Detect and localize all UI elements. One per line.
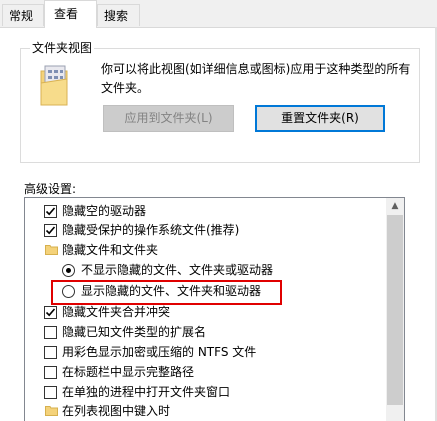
list-item-label: 隐藏受保护的操作系统文件(推荐): [62, 223, 240, 237]
folder-icon: [45, 245, 58, 255]
list-item-label: 不显示隐藏的文件、文件夹或驱动器: [81, 263, 274, 277]
checkbox-separate-process[interactable]: [44, 386, 57, 399]
scroll-thumb[interactable]: [387, 215, 403, 405]
tab-view[interactable]: 查看: [44, 0, 97, 28]
tab-search[interactable]: 搜索: [97, 4, 140, 26]
radio-dont-show-hidden[interactable]: [62, 264, 75, 277]
folder-view-description: 你可以将此视图(如详细信息或图标)应用于这种类型的所有文件夹。: [101, 62, 411, 95]
tab-search-label: 搜索: [104, 9, 129, 23]
tab-view-label: 查看: [54, 7, 79, 21]
reset-folders-button[interactable]: 重置文件夹(R): [255, 105, 385, 132]
highlight-box: [51, 280, 282, 305]
list-item-label: 在单独的进程中打开文件夹窗口: [62, 385, 231, 399]
apply-to-folders-button[interactable]: 应用到文件夹(L): [103, 105, 234, 132]
tab-strip: 常规 查看 搜索: [0, 0, 437, 28]
list-item-label: 在列表视图中键入时: [62, 404, 171, 418]
folder-view-title: 文件夹视图: [30, 41, 95, 55]
checkbox-color-ntfs[interactable]: [44, 346, 57, 359]
list-item-label: 隐藏文件和文件夹: [62, 243, 159, 257]
checkbox-hide-extensions[interactable]: [44, 326, 57, 339]
tab-general-label: 常规: [9, 9, 34, 23]
list-scrollbar[interactable]: ▲: [386, 198, 404, 421]
list-item-label: 在标题栏中显示完整路径: [62, 365, 195, 379]
list-item-label: 隐藏已知文件类型的扩展名: [62, 325, 207, 339]
checkbox-hide-folder-merge-conflicts[interactable]: [44, 306, 57, 319]
checkbox-full-path-title[interactable]: [44, 366, 57, 379]
list-item-label: 用彩色显示加密或压缩的 NTFS 文件: [62, 345, 257, 359]
list-item-label: 隐藏文件夹合并冲突: [62, 305, 171, 319]
scroll-up-icon[interactable]: ▲: [386, 198, 404, 215]
advanced-settings-label: 高级设置:: [24, 182, 77, 196]
folder-icon: [45, 406, 58, 416]
list-item-label: 隐藏空的驱动器: [62, 204, 147, 218]
checkbox-hide-empty-drives[interactable]: [44, 205, 57, 218]
folder-view-icon: [40, 65, 68, 106]
tab-general[interactable]: 常规: [2, 4, 44, 26]
checkbox-hide-protected-os-files[interactable]: [44, 224, 57, 237]
